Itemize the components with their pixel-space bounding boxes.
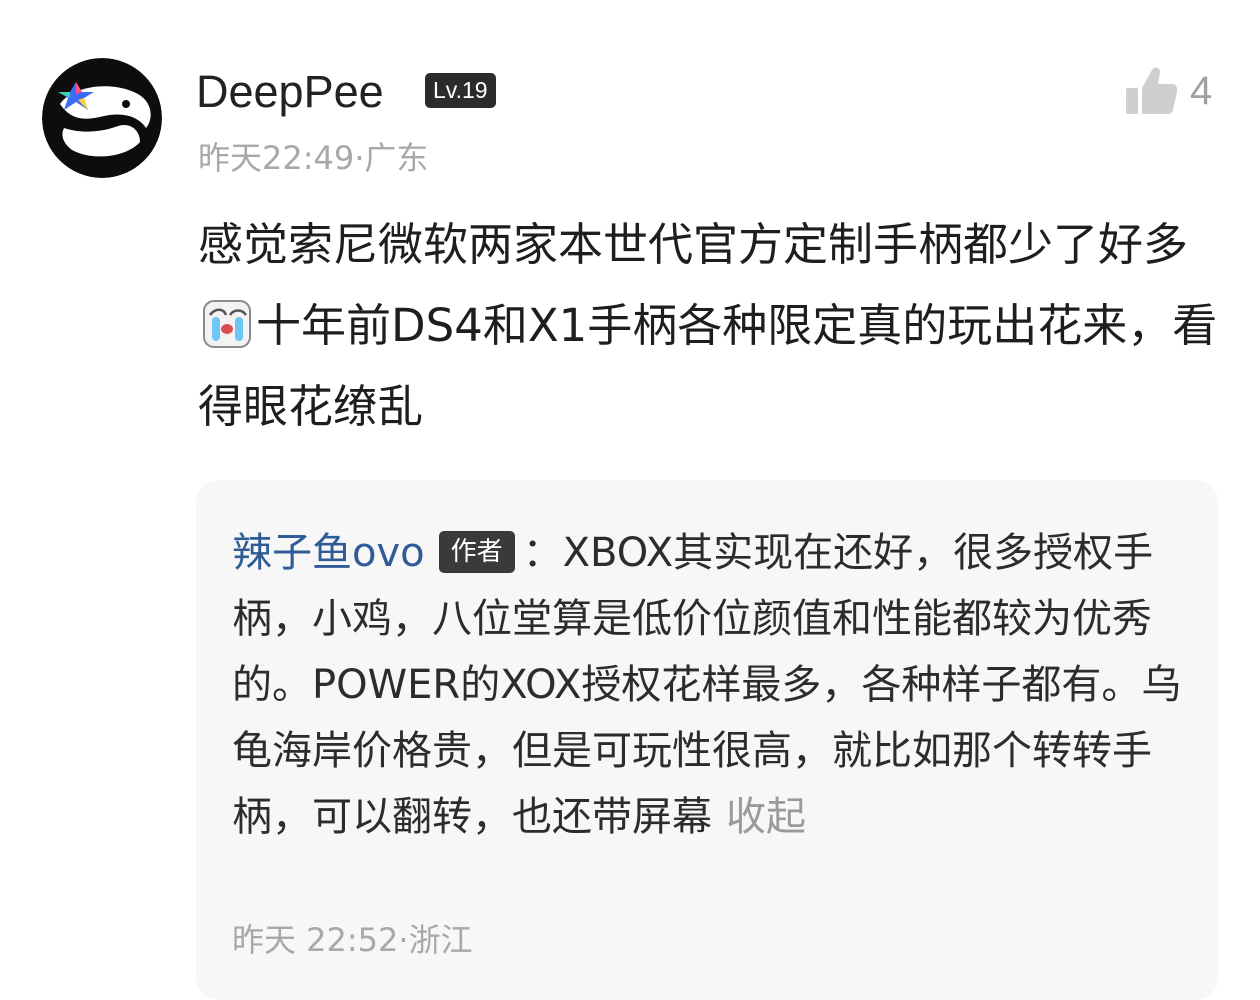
reply-box[interactable]: 辣子鱼ovo 作者 ：XBOX其实现在还好，很多授权手柄，小鸡，八位堂算是低价位颜值…	[196, 480, 1218, 1000]
comment-meta: 昨天22:49·广东	[198, 138, 428, 178]
reply-body: 辣子鱼ovo 作者 ：XBOX其实现在还好，很多授权手柄，小鸡，八位堂算是低价位颜值…	[232, 520, 1182, 850]
like-button[interactable]: 4	[1122, 62, 1212, 120]
meta-separator: ·	[354, 139, 365, 177]
level-badge: Lv.19	[425, 73, 496, 108]
reply-time: 昨天 22:52	[232, 921, 399, 959]
reply-separator: ：	[522, 530, 563, 576]
comment-text-part2: 十年前DS4和X1手柄各种限定真的玩出花来，看得眼花缭乱	[198, 299, 1218, 433]
comment-time: 昨天22:49	[198, 139, 355, 177]
thumbs-up-icon	[1126, 67, 1178, 114]
comment-body: 感觉索尼微软两家本世代官方定制手柄都少了好多 十年前DS4和X1手柄各种限定真的…	[198, 204, 1228, 447]
like-count: 4	[1190, 69, 1213, 113]
collapse-button[interactable]: 收起	[726, 794, 806, 840]
whale-avatar-icon	[42, 58, 162, 178]
reply-meta: 昨天 22:52·浙江	[232, 920, 473, 960]
comment-location: 广东	[364, 139, 429, 177]
reply-meta-separator: ·	[398, 921, 409, 959]
author-badge: 作者	[438, 531, 515, 573]
crying-face-icon	[202, 293, 252, 348]
reply-text: XBOX其实现在还好，很多授权手柄，小鸡，八位堂算是低价位颜值和性能都较为优秀的…	[232, 530, 1182, 840]
reply-location: 浙江	[408, 921, 473, 959]
user-avatar[interactable]	[42, 58, 162, 178]
comment-text-part1: 感觉索尼微软两家本世代官方定制手柄都少了好多	[198, 218, 1189, 271]
reply-username[interactable]: 辣子鱼ovo	[232, 530, 425, 576]
comment-username[interactable]: DeepPee	[196, 64, 384, 120]
